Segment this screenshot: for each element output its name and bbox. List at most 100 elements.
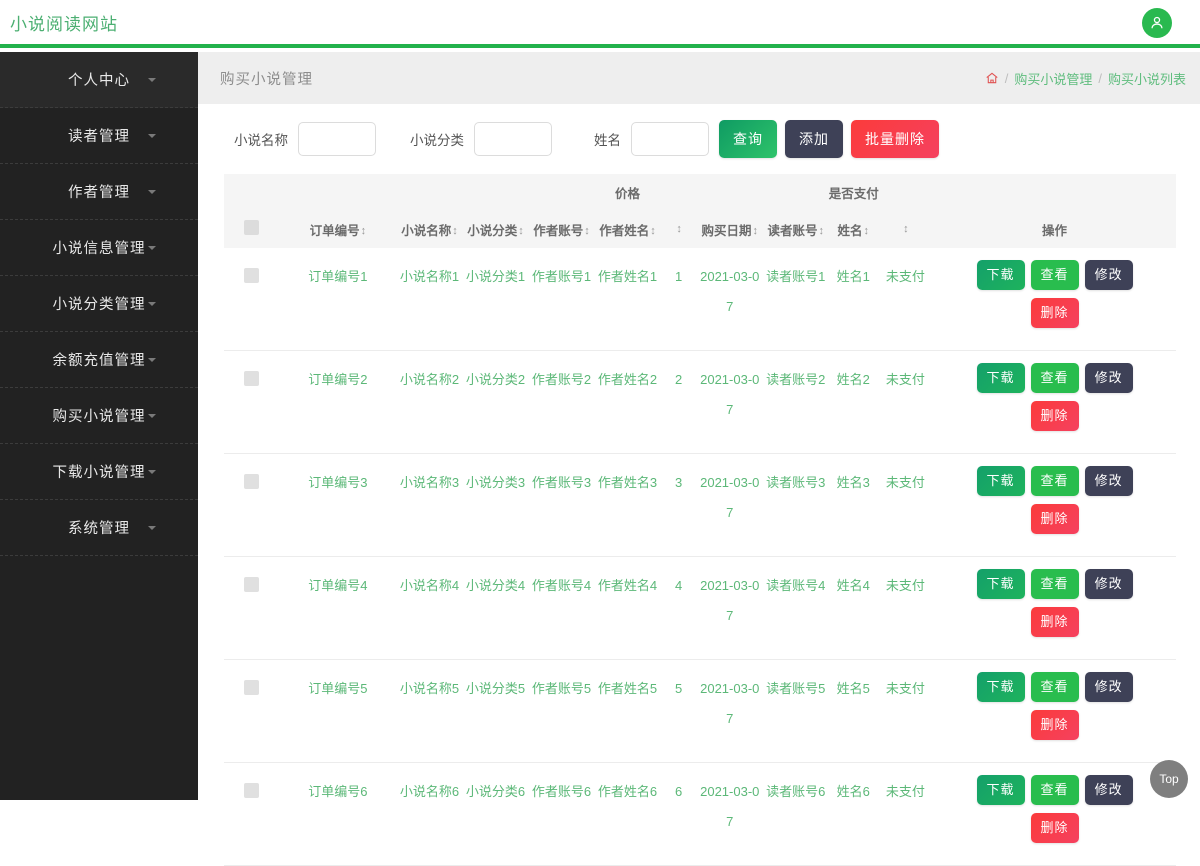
- delete-button[interactable]: 删除: [1031, 298, 1079, 328]
- row-checkbox[interactable]: [244, 371, 259, 386]
- cell-author-name: 作者姓名5: [595, 660, 661, 763]
- delete-button[interactable]: 删除: [1031, 710, 1079, 740]
- cell-reader-name: 姓名5: [829, 660, 878, 763]
- col-novel-category[interactable]: 小说分类: [463, 210, 529, 248]
- sort-icon[interactable]: [753, 226, 759, 237]
- col-label: 作者账号: [533, 224, 583, 238]
- cell-author-account: 作者账号5: [529, 660, 595, 763]
- cell-price: 5: [661, 660, 697, 763]
- sidebar-item-author-management[interactable]: 作者管理: [0, 164, 198, 220]
- query-button[interactable]: 查询: [719, 120, 777, 158]
- edit-button[interactable]: 修改: [1085, 672, 1133, 702]
- sidebar-item-novel-category-management[interactable]: 小说分类管理: [0, 276, 198, 332]
- view-button[interactable]: 查看: [1031, 260, 1079, 290]
- add-button[interactable]: 添加: [785, 120, 843, 158]
- cell-novel-category: 小说分类2: [463, 351, 529, 454]
- sort-icon[interactable]: [518, 226, 524, 237]
- novel-name-input[interactable]: [298, 122, 376, 156]
- col-reader-name[interactable]: 姓名: [829, 210, 878, 248]
- sort-icon[interactable]: [452, 226, 458, 237]
- sidebar-item-system-management[interactable]: 系统管理: [0, 500, 198, 556]
- sort-icon[interactable]: [584, 226, 590, 237]
- sort-icon[interactable]: [819, 226, 825, 237]
- cell-author-account: 作者账号3: [529, 454, 595, 557]
- table-row: 订单编号4小说名称4小说分类4作者账号4作者姓名442021-03-07读者账号…: [224, 557, 1176, 660]
- download-button[interactable]: 下载: [977, 569, 1025, 599]
- edit-button[interactable]: 修改: [1085, 569, 1133, 599]
- row-checkbox[interactable]: [244, 577, 259, 592]
- chevron-down-icon: [148, 302, 156, 306]
- sidebar-item-label: 作者管理: [68, 181, 130, 202]
- delete-button[interactable]: 删除: [1031, 813, 1079, 843]
- sort-icon[interactable]: [361, 226, 367, 237]
- cell-order-no: 订单编号6: [279, 763, 396, 866]
- row-checkbox[interactable]: [244, 680, 259, 695]
- col-novel-name[interactable]: 小说名称: [396, 210, 462, 248]
- sidebar-item-novel-info-management[interactable]: 小说信息管理: [0, 220, 198, 276]
- delete-button[interactable]: 删除: [1031, 504, 1079, 534]
- edit-button[interactable]: 修改: [1085, 775, 1133, 805]
- download-button[interactable]: 下载: [977, 775, 1025, 805]
- row-checkbox-cell: [224, 763, 279, 866]
- col-reader-account[interactable]: 读者账号: [763, 210, 829, 248]
- row-checkbox-cell: [224, 660, 279, 763]
- view-button[interactable]: 查看: [1031, 363, 1079, 393]
- col-paid[interactable]: [878, 210, 933, 248]
- sidebar-item-balance-recharge-management[interactable]: 余额充值管理: [0, 332, 198, 388]
- group-spacer: [396, 174, 462, 210]
- cell-price: 4: [661, 557, 697, 660]
- sidebar-item-purchase-novel-management[interactable]: 购买小说管理: [0, 388, 198, 444]
- view-button[interactable]: 查看: [1031, 569, 1079, 599]
- col-author-name[interactable]: 作者姓名: [595, 210, 661, 248]
- sidebar-item-download-novel-management[interactable]: 下载小说管理: [0, 444, 198, 500]
- sort-icon[interactable]: [676, 224, 682, 235]
- table-body: 订单编号1小说名称1小说分类1作者账号1作者姓名112021-03-07读者账号…: [224, 248, 1176, 866]
- scroll-to-top-button[interactable]: Top: [1150, 760, 1188, 798]
- cell-reader-account: 读者账号5: [763, 660, 829, 763]
- cell-novel-name: 小说名称5: [396, 660, 462, 763]
- edit-button[interactable]: 修改: [1085, 466, 1133, 496]
- operations-second-row: 删除: [935, 813, 1174, 851]
- sort-icon[interactable]: [864, 226, 870, 237]
- col-label: 购买日期: [702, 224, 752, 238]
- row-checkbox[interactable]: [244, 783, 259, 798]
- col-price[interactable]: [661, 210, 697, 248]
- cell-price: 1: [661, 248, 697, 351]
- batch-delete-button[interactable]: 批量删除: [851, 120, 939, 158]
- download-button[interactable]: 下载: [977, 260, 1025, 290]
- name-input[interactable]: [631, 122, 709, 156]
- cell-author-account: 作者账号2: [529, 351, 595, 454]
- download-button[interactable]: 下载: [977, 363, 1025, 393]
- delete-button[interactable]: 删除: [1031, 401, 1079, 431]
- select-all-checkbox[interactable]: [244, 220, 259, 235]
- home-icon[interactable]: [985, 71, 999, 85]
- sort-icon[interactable]: [903, 224, 909, 235]
- row-checkbox[interactable]: [244, 268, 259, 283]
- row-checkbox[interactable]: [244, 474, 259, 489]
- download-button[interactable]: 下载: [977, 672, 1025, 702]
- cell-price: 3: [661, 454, 697, 557]
- col-author-account[interactable]: 作者账号: [529, 210, 595, 248]
- cell-price: 2: [661, 351, 697, 454]
- sidebar-item-reader-management[interactable]: 读者管理: [0, 108, 198, 164]
- purchase-novel-table: 价格 是否支付 订单编号 小说名称 小说分类 作者账号 作者姓名: [224, 174, 1176, 866]
- col-buy-date[interactable]: 购买日期: [697, 210, 763, 248]
- table-row: 订单编号3小说名称3小说分类3作者账号3作者姓名332021-03-07读者账号…: [224, 454, 1176, 557]
- view-button[interactable]: 查看: [1031, 775, 1079, 805]
- sidebar-item-personal-center[interactable]: 个人中心: [0, 52, 198, 108]
- edit-button[interactable]: 修改: [1085, 363, 1133, 393]
- cell-reader-name: 姓名6: [829, 763, 878, 866]
- edit-button[interactable]: 修改: [1085, 260, 1133, 290]
- delete-button[interactable]: 删除: [1031, 607, 1079, 637]
- download-button[interactable]: 下载: [977, 466, 1025, 496]
- sidebar-item-label: 余额充值管理: [53, 349, 146, 370]
- col-order-no[interactable]: 订单编号: [279, 210, 396, 248]
- avatar[interactable]: [1142, 8, 1172, 38]
- breadcrumb-parent[interactable]: 购买小说管理: [1014, 69, 1092, 88]
- sort-icon[interactable]: [650, 226, 656, 237]
- operations-second-row: 删除: [935, 504, 1174, 542]
- cell-buy-date: 2021-03-07: [697, 454, 763, 557]
- novel-category-input[interactable]: [474, 122, 552, 156]
- view-button[interactable]: 查看: [1031, 672, 1079, 702]
- view-button[interactable]: 查看: [1031, 466, 1079, 496]
